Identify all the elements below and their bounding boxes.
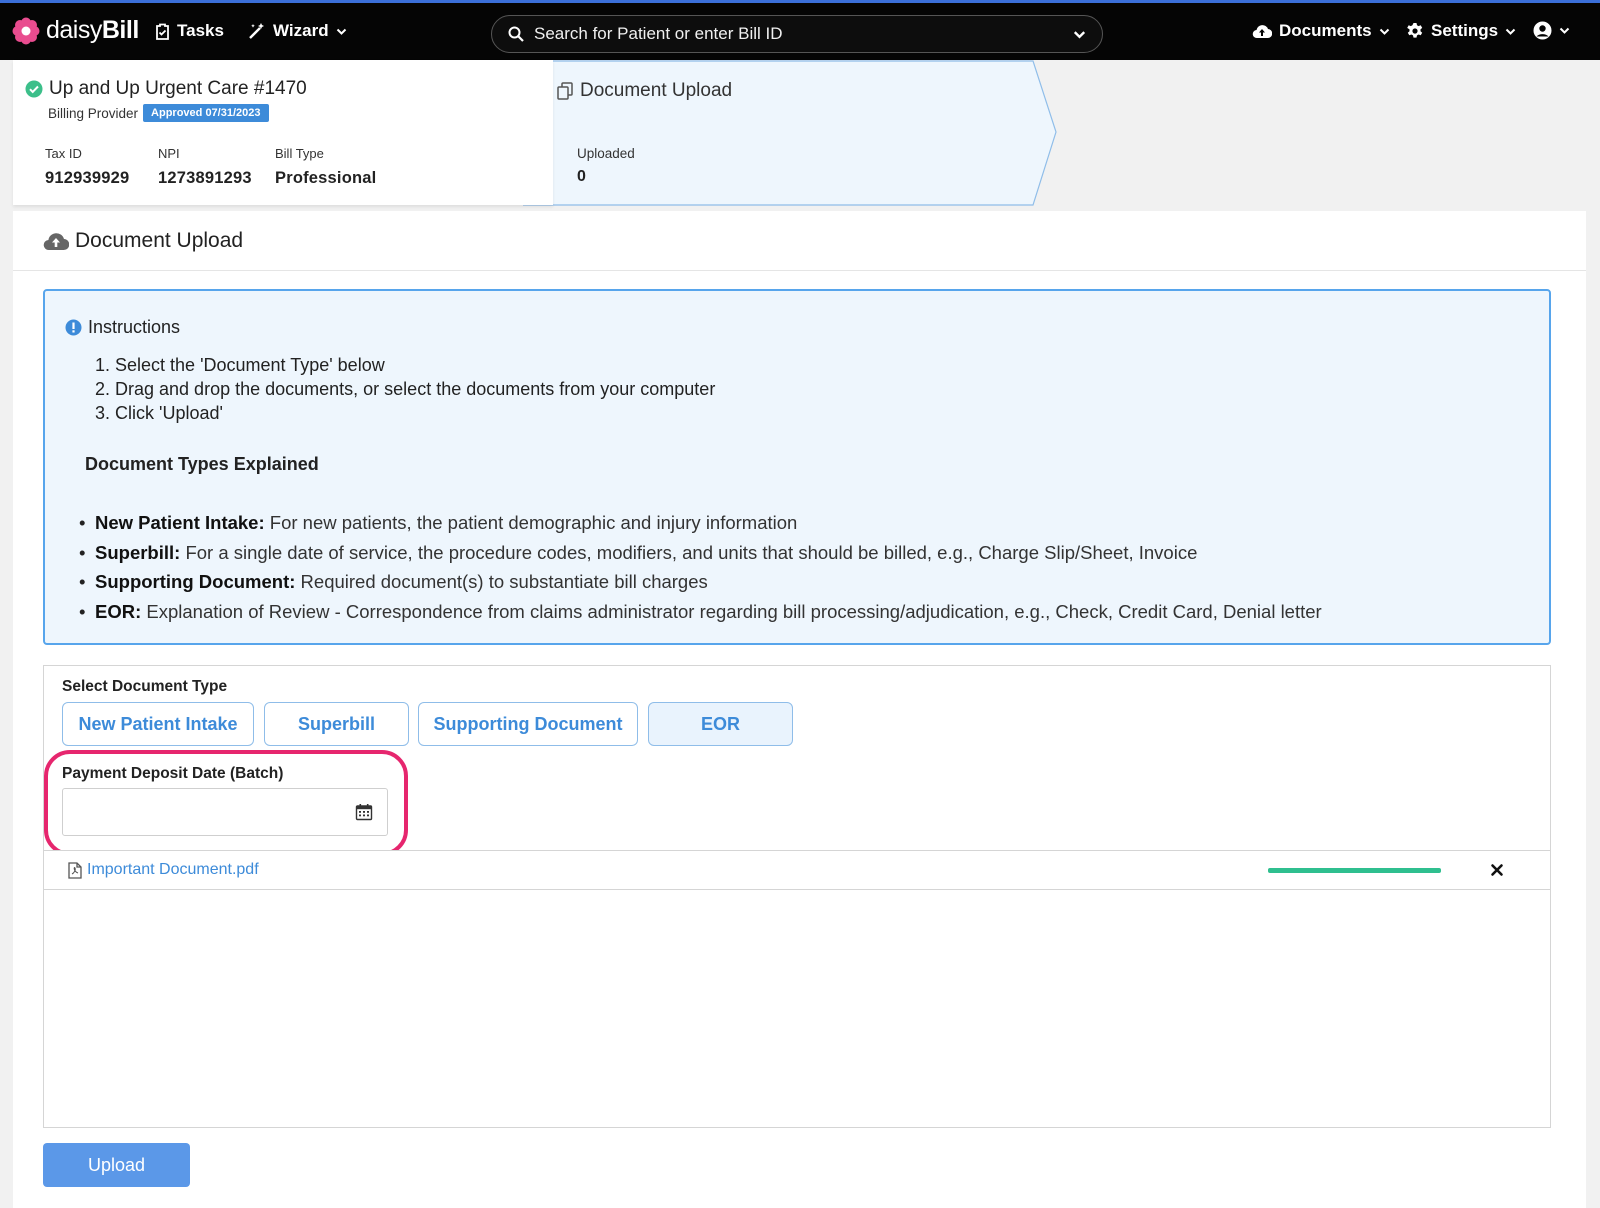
- npi: NPI 1273891293: [158, 146, 252, 188]
- instructions-title-text: Instructions: [88, 317, 181, 337]
- bill-type-label: Bill Type: [275, 146, 324, 161]
- doc-type-superbill-button[interactable]: Superbill: [264, 702, 409, 746]
- user-avatar-icon: [1533, 21, 1552, 40]
- nav-wizard-label: Wizard: [273, 21, 329, 40]
- provider-name: Up and Up Urgent Care #1470: [25, 78, 307, 100]
- pdf-file-icon: [68, 861, 82, 879]
- payment-deposit-date-label: Payment Deposit Date (Batch): [62, 765, 284, 782]
- file-drop-zone[interactable]: [43, 890, 1551, 1128]
- instruction-step: 2. Drag and drop the documents, or selec…: [95, 379, 716, 399]
- upload-summary-card: Document Upload Uploaded 0: [523, 60, 1057, 206]
- instruction-steps: 1. Select the 'Document Type' below 2. D…: [95, 353, 715, 425]
- tax-id-value: 912939929: [45, 169, 130, 187]
- nav-documents[interactable]: Documents: [1252, 21, 1390, 41]
- instruction-step: 1. Select the 'Document Type' below: [95, 355, 385, 375]
- search-icon: [508, 26, 524, 42]
- instruction-step: 3. Click 'Upload': [95, 403, 223, 423]
- uploaded-label: Uploaded: [577, 146, 635, 161]
- provider-card: Up and Up Urgent Care #1470 Billing Prov…: [13, 60, 553, 205]
- cloud-upload-icon: [1252, 25, 1272, 39]
- file-row: Important Document.pdf: [43, 850, 1551, 890]
- document-type-item: EOR: Explanation of Review - Corresponde…: [79, 597, 1322, 627]
- bill-type: Bill Type Professional: [275, 146, 376, 188]
- provider-role: Billing Provider Approved 07/31/2023: [48, 104, 269, 122]
- nav-tasks-label: Tasks: [177, 21, 224, 40]
- clipboard-check-icon: [156, 23, 169, 40]
- main-header: Document Upload: [13, 211, 1586, 271]
- daisy-flower-icon: [12, 17, 40, 44]
- payment-deposit-date-input[interactable]: [62, 788, 388, 836]
- approval-badge: Approved 07/31/2023: [143, 104, 269, 122]
- close-icon[interactable]: [1489, 862, 1505, 878]
- nav-documents-label: Documents: [1279, 21, 1372, 40]
- nav-settings[interactable]: Settings: [1406, 21, 1516, 41]
- chevron-down-icon: [336, 28, 346, 35]
- provider-role-text: Billing Provider: [48, 105, 139, 121]
- brand-logo[interactable]: daisyBill: [12, 16, 139, 45]
- brand-name: daisyBill: [46, 16, 139, 44]
- upload-progress-fill: [1268, 868, 1441, 873]
- gear-icon: [1407, 23, 1423, 38]
- nav-settings-label: Settings: [1431, 21, 1499, 40]
- chevron-down-icon: [1505, 28, 1516, 35]
- tax-id: Tax ID 912939929: [45, 146, 129, 188]
- page-title: Document Upload: [75, 228, 244, 252]
- provider-name-text: Up and Up Urgent Care #1470: [49, 78, 307, 99]
- upload-summary-title: Document Upload: [556, 80, 732, 102]
- search-dropdown-chevron-icon[interactable]: [1073, 28, 1086, 41]
- chevron-down-icon: [1559, 27, 1570, 34]
- upload-summary-title-text: Document Upload: [580, 80, 733, 101]
- instructions-title: Instructions: [65, 317, 180, 338]
- uploaded-count: 0: [577, 168, 586, 185]
- doc-type-supporting-document-button[interactable]: Supporting Document: [418, 702, 638, 746]
- top-nav: daisyBill Tasks Wizard Search for Patien…: [0, 0, 1600, 60]
- nav-user-menu[interactable]: [1533, 21, 1570, 40]
- nav-tasks[interactable]: Tasks: [155, 21, 224, 41]
- npi-label: NPI: [158, 146, 180, 161]
- magic-wand-icon: [249, 23, 264, 39]
- nav-wizard[interactable]: Wizard: [248, 21, 347, 41]
- select-document-type-label: Select Document Type: [62, 678, 228, 695]
- copy-documents-icon: [557, 82, 573, 100]
- main-panel: Document Upload Instructions 1. Select t…: [13, 211, 1586, 1208]
- document-types-list: New Patient Intake: For new patients, th…: [79, 508, 1322, 627]
- calendar-icon[interactable]: [355, 803, 373, 821]
- chevron-down-icon: [1379, 28, 1389, 35]
- tax-id-label: Tax ID: [45, 146, 82, 161]
- doc-type-eor-button[interactable]: EOR: [648, 702, 793, 746]
- info-icon: [65, 319, 82, 336]
- bill-type-value: Professional: [275, 169, 377, 187]
- upload-progress-bar: [1268, 868, 1441, 873]
- npi-value: 1273891293: [158, 169, 252, 187]
- cloud-upload-icon: [43, 232, 69, 250]
- upload-button[interactable]: Upload: [43, 1143, 190, 1187]
- search-placeholder: Search for Patient or enter Bill ID: [534, 24, 783, 43]
- file-link[interactable]: Important Document.pdf: [68, 861, 259, 879]
- file-name-text: Important Document.pdf: [87, 861, 259, 878]
- search-input[interactable]: Search for Patient or enter Bill ID: [491, 15, 1103, 53]
- doc-type-new-patient-intake-button[interactable]: New Patient Intake: [62, 702, 254, 746]
- document-type-item: Superbill: For a single date of service,…: [79, 538, 1322, 568]
- document-type-item: New Patient Intake: For new patients, th…: [79, 508, 1322, 538]
- document-type-item: Supporting Document: Required document(s…: [79, 567, 1322, 597]
- instructions-box: Instructions 1. Select the 'Document Typ…: [43, 289, 1551, 645]
- check-circle-icon: [25, 80, 43, 98]
- select-document-type-area: Select Document Type New Patient Intake …: [43, 665, 1551, 856]
- document-types-heading: Document Types Explained: [85, 454, 319, 474]
